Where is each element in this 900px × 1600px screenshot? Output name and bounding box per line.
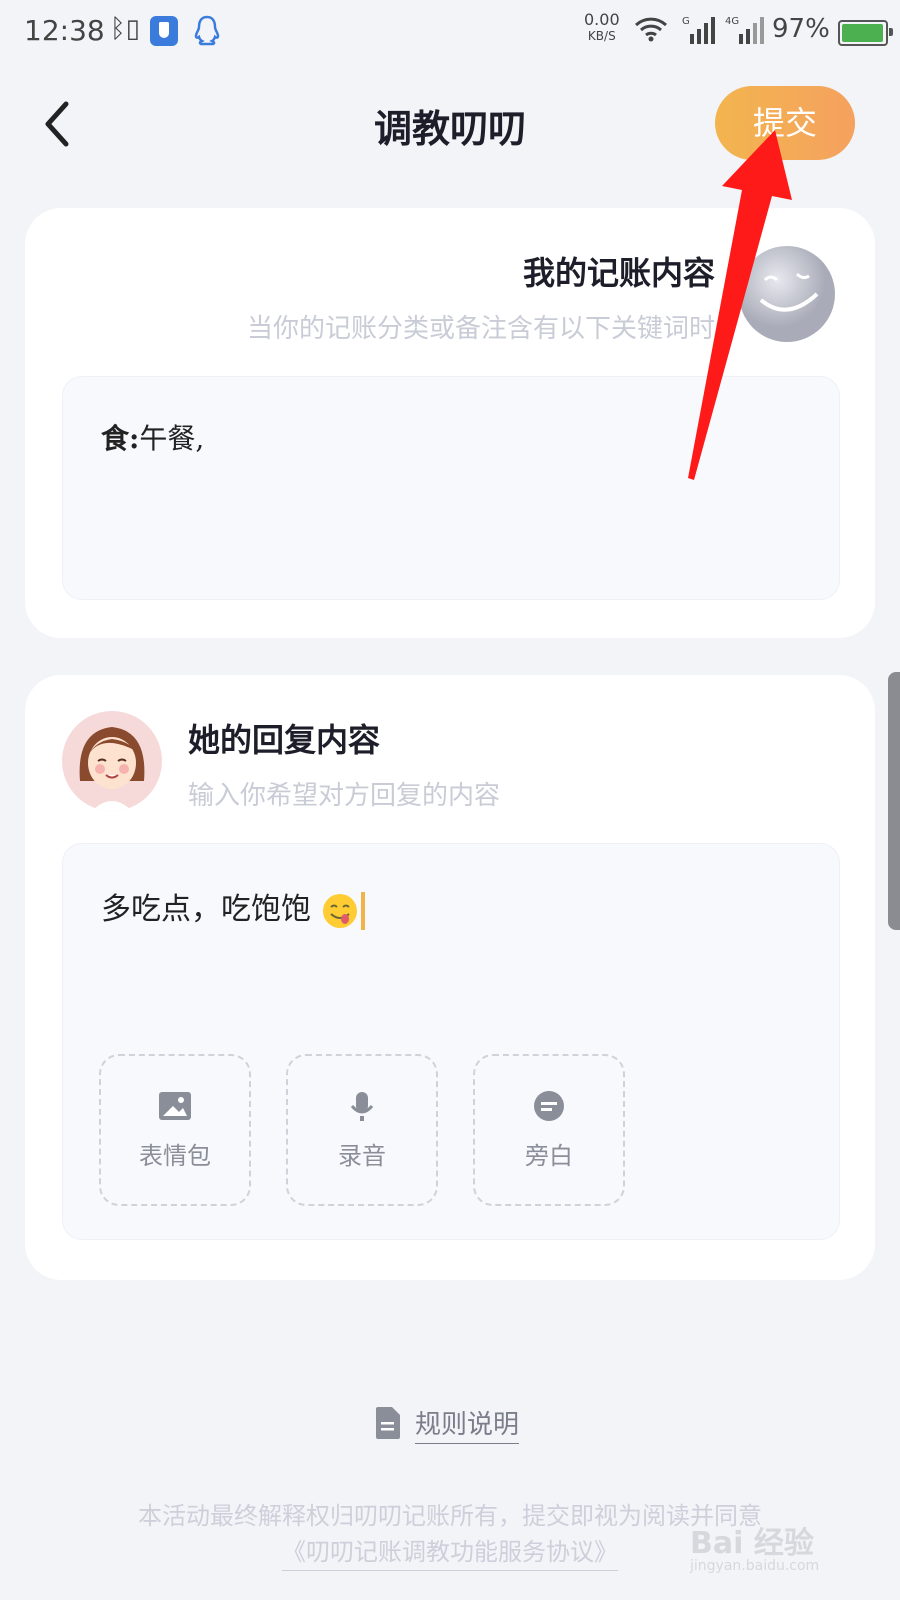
baidu-watermark: Bai 经验 jingyan.baidu.com (690, 1518, 850, 1580)
scroll-handle[interactable] (888, 672, 900, 930)
keyword-box[interactable]: 食:午餐, (62, 376, 840, 600)
signal1-label: G (682, 16, 690, 27)
wifi-icon (634, 17, 668, 42)
rules-link-text: 规则说明 (415, 1404, 520, 1444)
record-label: 录音 (338, 1142, 386, 1170)
watermark-main: Bai 经验 (690, 1526, 814, 1561)
shield-icon (150, 16, 178, 46)
battery-fill (842, 24, 883, 42)
net-speed: 0.00 KB/S (584, 12, 620, 44)
keyword-text: 午餐, (139, 422, 205, 455)
her-reply-card: 她的回复内容 输入你希望对方回复的内容 多吃点，吃饱饱 表情包 录音 旁白 (25, 675, 875, 1280)
header: 调教叨叨 提交 (0, 64, 900, 184)
narration-label: 旁白 (525, 1142, 573, 1170)
net-speed-unit: KB/S (587, 29, 616, 43)
signal-icon: G (682, 16, 715, 44)
girl-avatar (62, 711, 162, 811)
battery-percent: 97% (772, 14, 830, 44)
sticker-label: 表情包 (139, 1142, 211, 1170)
character-avatar (739, 246, 835, 342)
yum-emoji-icon (322, 894, 357, 928)
qq-icon (194, 15, 220, 46)
image-icon (159, 1092, 191, 1120)
signal2-label: 4G (725, 16, 739, 27)
my-content-title: 我的记账内容 (522, 254, 715, 292)
my-content-card: 我的记账内容 当你的记账分类或备注含有以下关键词时 食:午餐, (25, 208, 875, 638)
submit-button[interactable]: 提交 (715, 86, 855, 160)
document-icon (376, 1407, 400, 1439)
reply-text-value: 多吃点，吃饱饱 (101, 892, 311, 927)
her-reply-subtitle: 输入你希望对方回复的内容 (188, 781, 501, 811)
record-button[interactable]: 录音 (286, 1054, 438, 1206)
signal-4g-icon: 4G (725, 16, 764, 44)
keyword-content: 食:午餐, (101, 417, 204, 457)
reply-input-box[interactable]: 多吃点，吃饱饱 表情包 录音 旁白 (62, 843, 840, 1240)
microphone-icon (350, 1092, 374, 1121)
net-speed-value: 0.00 (584, 10, 620, 29)
sticker-button[interactable]: 表情包 (99, 1054, 251, 1206)
keyword-category: 食: (101, 422, 140, 455)
narration-icon (534, 1091, 564, 1121)
my-content-subtitle: 当你的记账分类或备注含有以下关键词时 (246, 314, 715, 344)
text-cursor (360, 892, 365, 930)
narration-button[interactable]: 旁白 (473, 1054, 625, 1206)
status-time: 12:38 (24, 14, 105, 47)
status-bar: 12:38 ᛒ▯ 0.00 KB/S G 4G 97% (0, 0, 900, 64)
battery-icon (838, 20, 893, 46)
her-reply-title: 她的回复内容 (188, 721, 381, 759)
agreement-link[interactable]: 《叨叨记账调教功能服务协议》 (282, 1538, 618, 1571)
watermark-sub: jingyan.baidu.com (690, 1558, 820, 1574)
reply-text[interactable]: 多吃点，吃饱饱 (101, 884, 365, 930)
bluetooth-icon: ᛒ▯ (110, 14, 140, 44)
